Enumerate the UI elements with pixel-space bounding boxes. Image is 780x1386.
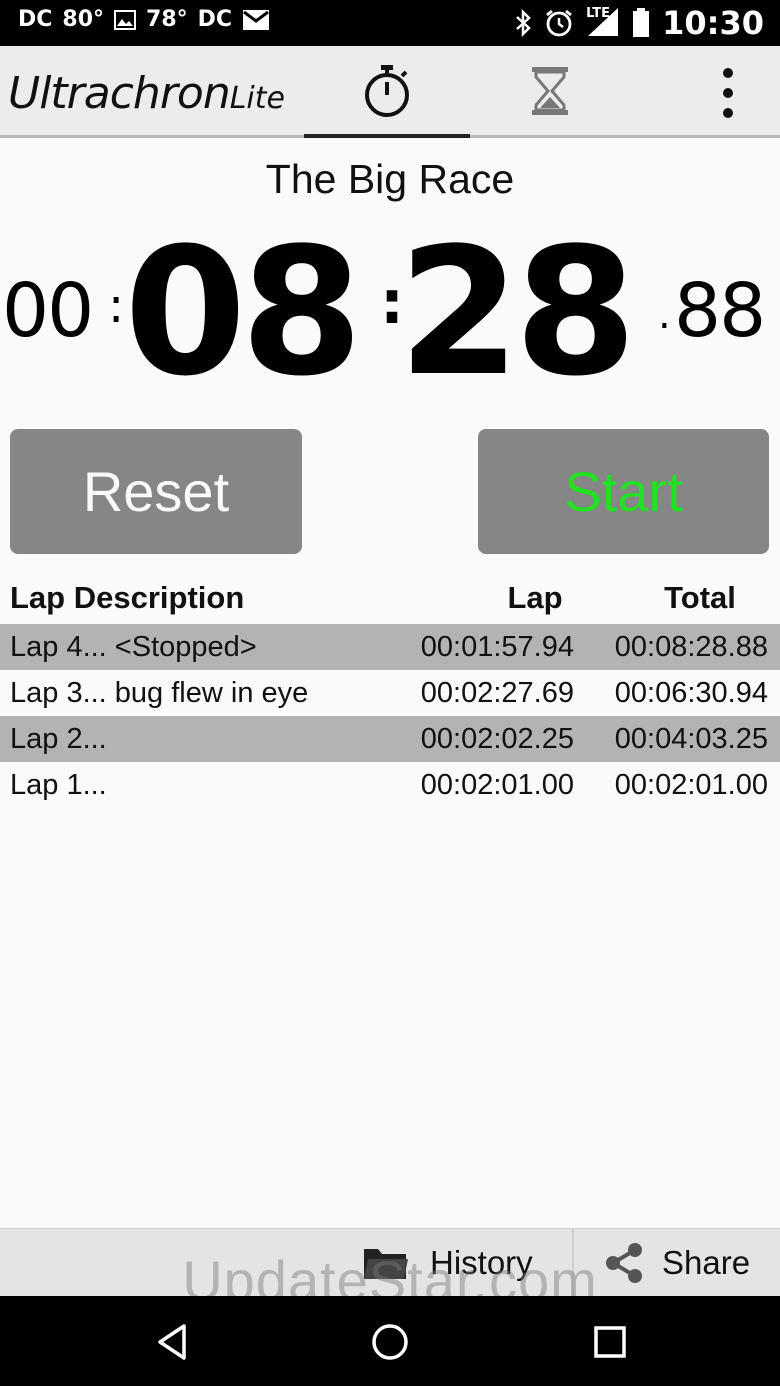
status-temp-1: 80°	[62, 7, 105, 32]
laps-table: Lap Description Lap Total Lap 4... <Stop…	[0, 580, 780, 808]
lap-time: 00:01:57.94	[420, 631, 574, 663]
status-left: DC 80° 78° DC	[18, 7, 270, 32]
table-row[interactable]: Lap 3... bug flew in eye 00:02:27.69 00:…	[0, 670, 780, 716]
lap-time: 00:02:02.25	[420, 723, 574, 755]
race-title[interactable]: The Big Race	[0, 156, 780, 203]
tab-stopwatch[interactable]	[304, 46, 470, 138]
clock-seconds: 28	[398, 210, 637, 415]
hourglass-icon	[530, 65, 570, 117]
bluetooth-icon	[514, 9, 532, 37]
lap-description: Lap 1...	[10, 769, 107, 801]
network-type: LTE	[586, 6, 611, 21]
image-icon	[114, 9, 137, 30]
lap-total: 00:02:01.00	[614, 769, 768, 801]
tab-indicator	[304, 134, 470, 138]
table-row[interactable]: Lap 2... 00:02:02.25 00:04:03.25	[0, 716, 780, 762]
brand-sub: Lite	[229, 81, 285, 116]
recents-icon[interactable]	[586, 1318, 634, 1366]
status-temp-2: 78°	[146, 7, 188, 32]
header-total: Total	[664, 580, 736, 615]
mail-icon	[242, 9, 270, 31]
status-dc-2: DC	[197, 7, 233, 32]
system-nav-bar	[0, 1296, 780, 1386]
status-bar: DC 80° 78° DC LTE 10:30	[0, 0, 780, 46]
share-icon	[604, 1242, 644, 1284]
lap-time: 00:02:01.00	[420, 769, 574, 801]
reset-button[interactable]: Reset	[10, 429, 302, 554]
lap-total: 00:04:03.25	[614, 723, 768, 755]
share-label: Share	[662, 1244, 751, 1281]
start-button[interactable]: Start	[478, 429, 769, 554]
home-icon[interactable]	[366, 1318, 414, 1366]
folder-icon	[362, 1245, 410, 1281]
header-lap-description: Lap Description	[10, 580, 245, 615]
more-vert-icon[interactable]	[718, 68, 738, 118]
lap-description: Lap 3... bug flew in eye	[10, 677, 309, 709]
clock-decimal: .	[658, 292, 671, 338]
clock-minutes: 08	[124, 210, 363, 415]
status-dc-1: DC	[18, 7, 53, 32]
tab-timer[interactable]	[470, 46, 630, 135]
alarm-icon	[544, 8, 574, 38]
history-label: History	[430, 1244, 533, 1281]
clock-separator: :	[108, 278, 125, 334]
table-row[interactable]: Lap 4... <Stopped> 00:01:57.94 00:08:28.…	[0, 624, 780, 670]
stopwatch-icon	[362, 64, 412, 118]
lap-total: 00:06:30.94	[614, 677, 768, 709]
table-row[interactable]: Lap 1... 00:02:01.00 00:02:01.00	[0, 762, 780, 808]
back-icon[interactable]	[148, 1318, 196, 1366]
lap-total: 00:08:28.88	[614, 631, 768, 663]
status-time: 10:30	[662, 4, 764, 42]
app-bar: UltrachronLite	[0, 46, 780, 138]
bottom-action-bar: History Share	[0, 1228, 780, 1297]
battery-icon	[632, 8, 650, 38]
stopwatch-display: 00 : 08 : 28 . 88	[0, 210, 780, 415]
lap-description: Lap 2...	[10, 723, 107, 755]
header-lap: Lap	[507, 580, 563, 615]
share-button[interactable]: Share	[572, 1229, 780, 1297]
laps-header: Lap Description Lap Total	[0, 580, 780, 624]
lap-time: 00:02:27.69	[420, 677, 574, 709]
signal-icon: LTE	[586, 6, 620, 38]
status-right: LTE 10:30	[514, 4, 764, 42]
app-logo: UltrachronLite	[8, 68, 285, 119]
brand-main: Ultrachron	[8, 68, 231, 119]
lap-description: Lap 4... <Stopped>	[10, 631, 257, 663]
clock-centiseconds: 88	[674, 268, 766, 354]
clock-hours: 00	[2, 268, 94, 354]
history-button[interactable]: History	[352, 1229, 570, 1297]
